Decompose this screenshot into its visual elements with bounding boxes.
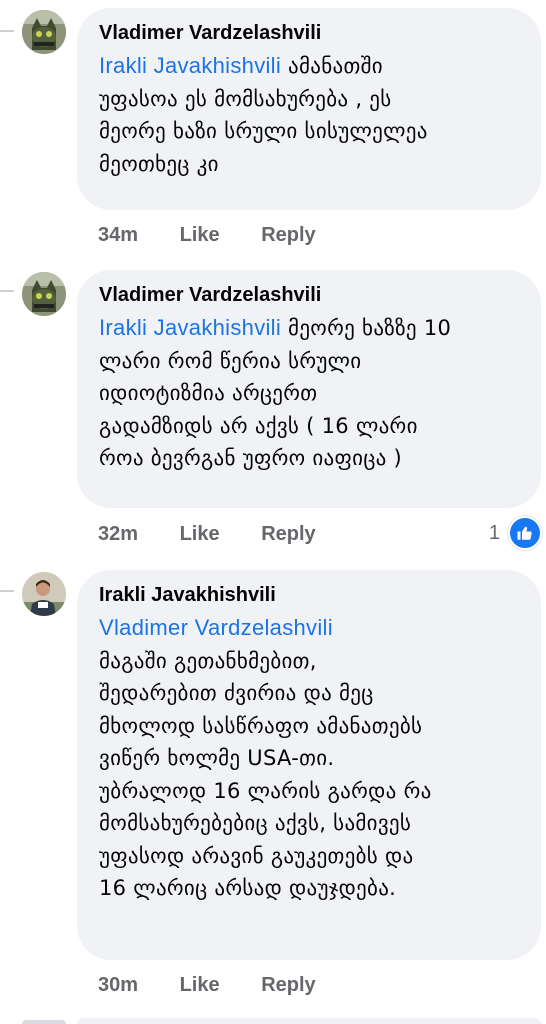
comment-line: მხოლოდ სასწრაფო ამანათებს: [99, 713, 423, 738]
cat-avatar-icon: [22, 10, 66, 54]
avatar[interactable]: [22, 572, 66, 616]
reaction-summary[interactable]: 1: [489, 516, 542, 550]
comment-body: Irakli Javakhishvili ამანათში უფასოა ეს …: [99, 50, 519, 180]
comment-timestamp[interactable]: 30m: [98, 974, 138, 996]
comment-line: ლარი რომ წერია სრული: [99, 348, 362, 373]
comment-body: Irakli Javakhishvili მეორე ხაზზე 10 ლარი…: [99, 312, 519, 475]
mention-link[interactable]: Vladimer Vardzelashvili: [99, 615, 333, 640]
comment-line: როა ბევრგან უფრო იაფიცა ): [99, 446, 403, 470]
comment-author[interactable]: Irakli Javakhishvili: [99, 582, 519, 608]
comment-timestamp[interactable]: 34m: [98, 224, 138, 246]
thread-connector: [0, 30, 14, 32]
comment-line: 16 ლარიც არსად დაუჯდება.: [99, 876, 397, 900]
comment-timestamp[interactable]: 32m: [98, 523, 138, 545]
comment-bubble: Irakli Javakhishvili Vladimer Vardzelash…: [77, 570, 541, 960]
comment-line: შედარებით ძვირია და მეც: [99, 681, 374, 705]
reply-button[interactable]: Reply: [261, 523, 315, 545]
cat-avatar-icon: [22, 272, 66, 316]
comment-line: იდიოტიზმია არცერთ: [99, 381, 318, 405]
next-avatar-edge: [22, 1020, 66, 1024]
comment-actions: 30m Like Reply: [98, 974, 316, 997]
reply-button[interactable]: Reply: [261, 224, 315, 246]
comment-bubble: Vladimer Vardzelashvili Irakli Javakhish…: [77, 8, 541, 210]
comment-line: მაგაში გეთანხმებით,: [99, 648, 317, 673]
comment-line: მომსახურებებიც აქვს, სამივეს: [99, 811, 412, 835]
mention-link[interactable]: Irakli Javakhishvili: [99, 315, 281, 340]
thread-connector: [0, 290, 14, 292]
comment-line: უფასოდ არავინ გაუკეთებს და: [99, 843, 414, 868]
comment-line: მეორე ხაზი სრული სისულელეა: [99, 119, 428, 143]
thumbs-up-icon: [508, 516, 542, 550]
comment-line: გადამზიდს არ აქვს ( 16 ლარი: [99, 413, 418, 438]
comment-line: უბრალოდ 16 ლარის გარდა რა: [99, 778, 432, 803]
comment-line: უფასოა ეს მომსახურება , ეს: [99, 86, 392, 111]
comment-author[interactable]: Vladimer Vardzelashvili: [99, 282, 519, 308]
avatar[interactable]: [22, 272, 66, 316]
comment-actions: 32m Like Reply: [98, 523, 316, 546]
reply-button[interactable]: Reply: [261, 974, 315, 996]
comment-line: ამანათში: [288, 54, 383, 78]
reaction-count: 1: [488, 521, 500, 544]
next-comment-bubble-edge: [77, 1018, 541, 1024]
avatar[interactable]: [22, 10, 66, 54]
like-button[interactable]: Like: [180, 974, 220, 996]
like-button[interactable]: Like: [180, 224, 220, 246]
comment-bubble: Vladimer Vardzelashvili Irakli Javakhish…: [77, 270, 541, 508]
mention-link[interactable]: Irakli Javakhishvili: [99, 53, 281, 78]
person-avatar-icon: [22, 572, 66, 616]
thread-connector: [0, 590, 14, 592]
comment-actions: 34m Like Reply: [98, 224, 316, 247]
comment-body: Vladimer Vardzelashvili მაგაში გეთანხმებ…: [99, 612, 519, 905]
like-button[interactable]: Like: [180, 523, 220, 545]
comment-line: მეორე ხაზზე 10: [288, 316, 452, 340]
comment-line: ვიწერ ხოლმე USA-თი.: [99, 746, 335, 770]
comment-author[interactable]: Vladimer Vardzelashvili: [99, 20, 519, 46]
comment-line: მეოთხეც კი: [99, 151, 219, 176]
